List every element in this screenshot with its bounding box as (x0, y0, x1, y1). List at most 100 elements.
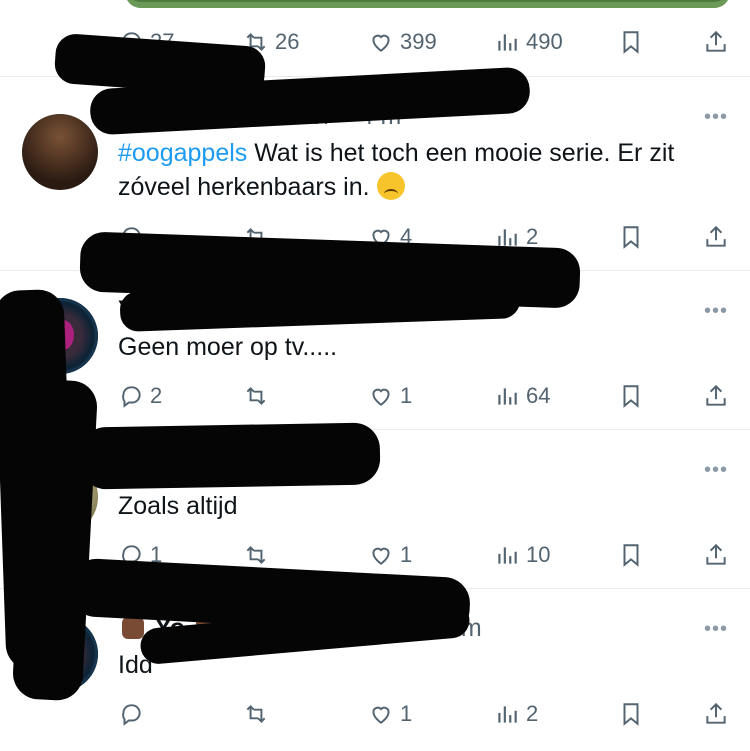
like-count: 399 (400, 29, 437, 54)
tweet-text: #oogappels Wat is het toch een mooie ser… (118, 136, 718, 204)
share-button[interactable] (703, 699, 735, 729)
more-icon[interactable]: ••• (704, 459, 728, 482)
like-button[interactable]: 4 (368, 222, 412, 252)
heart-icon (372, 706, 390, 724)
views-button[interactable]: 10 (494, 540, 550, 570)
more-icon[interactable]: ••• (704, 106, 728, 129)
like-button[interactable]: 1 (368, 381, 412, 411)
views-count: 10 (526, 542, 551, 567)
tweet[interactable]: Yo @Boldking1973 · 6 m ••• Idd 1 2 (0, 588, 750, 751)
hashtag-link[interactable]: #oogappels (118, 139, 247, 167)
views-button[interactable]: 490 (494, 27, 563, 57)
bookmark-button[interactable] (618, 699, 650, 729)
bookmark-button[interactable] (618, 222, 650, 252)
tweet-time[interactable]: · 6 m (425, 614, 482, 642)
views-count: 2 (526, 701, 539, 726)
reply-count: 1 (150, 542, 163, 567)
tweet-actions: 4 2 (0, 222, 750, 252)
tweet-text: Geen moer op tv..... (118, 333, 338, 361)
views-icon (498, 229, 517, 246)
user-name[interactable]: Rieke (118, 102, 185, 130)
retweet-icon (246, 546, 266, 564)
reply-button[interactable]: 27 (118, 27, 174, 57)
reply-icon (122, 704, 141, 726)
tweet-actions: 27 26 399 490 (0, 27, 750, 57)
heart-icon (372, 229, 390, 247)
bookmark-icon (623, 226, 639, 249)
reply-icon (122, 386, 141, 408)
share-button[interactable] (703, 381, 735, 411)
user-handle[interactable]: @TonneDer (198, 102, 332, 130)
like-count: 1 (400, 383, 413, 408)
views-button[interactable]: 64 (494, 381, 550, 411)
retweet-button[interactable] (243, 699, 275, 729)
views-icon (498, 547, 517, 564)
reply-icon (122, 545, 141, 567)
share-icon (706, 225, 726, 247)
bookmark-button[interactable] (618, 381, 650, 411)
retweet-button[interactable]: 26 (243, 27, 299, 57)
tweet[interactable]: Jef @rallyjef3 · 8 m ••• Zoals altijd 1 … (0, 429, 750, 587)
user-handle[interactable]: @Boldking1973 (161, 296, 338, 324)
like-button[interactable]: 1 (368, 540, 412, 570)
user-name[interactable]: Jef (118, 455, 154, 483)
crying-face-emoji (376, 172, 405, 200)
reply-icon (122, 227, 141, 249)
tweet-time[interactable]: · 1 m (351, 296, 408, 324)
user-handle[interactable]: @Boldking1973 (235, 614, 412, 642)
thumbs-up-emoji (196, 617, 218, 639)
user-name[interactable]: Yo (118, 296, 148, 324)
tweet-actions: 1 1 10 (0, 540, 750, 570)
avatar[interactable] (22, 459, 98, 535)
retweet-button[interactable] (243, 540, 275, 570)
reply-icon (122, 32, 141, 54)
retweet-button[interactable] (243, 222, 275, 252)
views-count: 64 (526, 383, 551, 408)
retweet-button[interactable] (243, 381, 275, 411)
tweet-header: Yo @Boldking1973 · 6 m (118, 614, 482, 646)
tweet-time[interactable]: · 8 m (292, 455, 349, 483)
heart-icon (372, 34, 390, 52)
tweet-header: Rieke @TonneDer · 4 m (118, 102, 401, 134)
bookmark-button[interactable] (618, 540, 650, 570)
views-button[interactable]: 2 (494, 222, 538, 252)
heart-icon (372, 547, 390, 565)
reply-button[interactable]: 2 (118, 381, 162, 411)
views-icon (498, 34, 517, 51)
avatar[interactable] (22, 114, 98, 190)
views-count: 490 (526, 29, 563, 54)
like-count: 4 (400, 224, 413, 249)
like-count: 1 (400, 701, 413, 726)
share-icon (706, 543, 726, 565)
retweet-icon (246, 33, 266, 51)
avatar[interactable] (22, 298, 98, 374)
reply-count: 2 (150, 383, 163, 408)
reply-button[interactable] (118, 222, 150, 252)
share-button[interactable] (703, 540, 735, 570)
views-count: 2 (526, 224, 539, 249)
reply-count: 27 (150, 29, 175, 54)
like-button[interactable]: 1 (368, 699, 412, 729)
tweet-time[interactable]: · 4 m (344, 102, 401, 130)
tweet-media-image[interactable] (125, 0, 730, 8)
share-icon (706, 384, 726, 406)
user-name[interactable]: Yo (155, 614, 185, 642)
retweet-icon (246, 387, 266, 405)
share-button[interactable] (703, 27, 735, 57)
tweet-actions: 2 1 64 (0, 381, 750, 411)
tweet[interactable]: Rieke @TonneDer · 4 m ••• #oogappels Wat… (0, 76, 750, 269)
retweet-icon (246, 228, 266, 246)
views-icon (498, 706, 517, 723)
user-handle[interactable]: @rallyjef3 (167, 455, 279, 483)
bookmark-button[interactable] (618, 27, 650, 57)
reply-button[interactable]: 1 (118, 540, 162, 570)
more-icon[interactable]: ••• (704, 300, 728, 323)
avatar[interactable] (22, 616, 98, 692)
views-button[interactable]: 2 (494, 699, 538, 729)
tweet-header: Jef @rallyjef3 · 8 m (118, 455, 349, 487)
reply-button[interactable] (118, 699, 150, 729)
share-button[interactable] (703, 222, 735, 252)
like-button[interactable]: 399 (368, 27, 437, 57)
tweet[interactable]: Yo @Boldking1973 · 1 m ••• Geen moer op … (0, 270, 750, 428)
more-icon[interactable]: ••• (704, 618, 728, 641)
